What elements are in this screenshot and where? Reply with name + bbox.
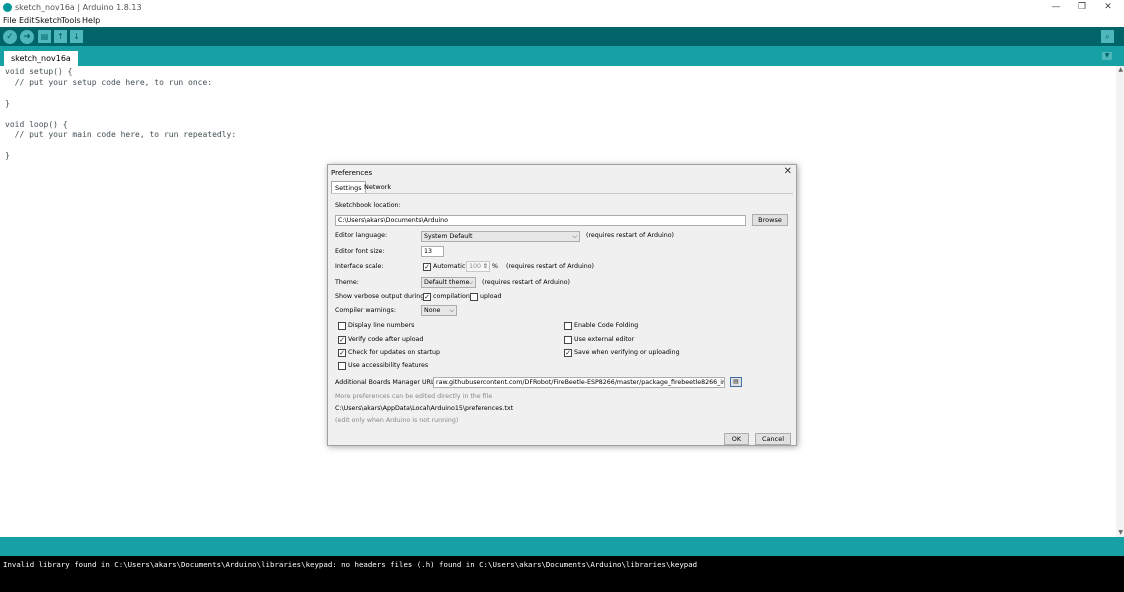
font-size-input[interactable]: 13 <box>421 246 444 257</box>
console-output: Invalid library found in C:\Users\akars\… <box>0 556 1124 592</box>
automatic-checkbox[interactable]: ✓ <box>423 263 431 271</box>
menu-edit[interactable]: Edit <box>19 16 35 25</box>
chevron-down-icon: ⌵ <box>468 279 473 286</box>
menu-help[interactable]: Help <box>82 16 100 25</box>
check-updates-label: Check for updates on startup <box>348 349 440 356</box>
chevron-down-icon: ⌵ <box>449 307 454 314</box>
window-title: sketch_nov16a | Arduino 1.8.13 <box>15 3 142 12</box>
upload-button[interactable]: ➜ <box>20 30 34 44</box>
tab-strip: sketch_nov16a ▼ <box>0 46 1124 66</box>
check-updates-checkbox[interactable]: ✓ <box>338 349 346 357</box>
display-line-numbers-checkbox[interactable] <box>338 322 346 330</box>
status-bar <box>0 537 1124 556</box>
accessibility-label: Use accessibility features <box>348 362 429 369</box>
editor-language-label: Editor language: <box>335 232 388 239</box>
menu-file[interactable]: File <box>3 16 16 25</box>
boards-urls-label: Additional Boards Manager URLs: <box>335 379 440 386</box>
minimize-button[interactable]: — <box>1044 1 1068 14</box>
chevron-down-icon: ⌵ <box>572 233 577 240</box>
editor-language-note: (requires restart of Arduino) <box>586 232 675 239</box>
interface-scale-note: (requires restart of Arduino) <box>506 263 595 270</box>
more-prefs-note: More preferences can be edited directly … <box>335 393 493 400</box>
boards-urls-input[interactable]: raw.githubusercontent.com/DFRobot/FireBe… <box>433 377 725 388</box>
close-button[interactable]: ✕ <box>1096 1 1120 14</box>
settings-panel: Sketchbook location: C:\Users\akars\Docu… <box>331 193 793 445</box>
open-sketch-button[interactable]: ↑ <box>54 30 67 43</box>
ok-button[interactable]: OK <box>724 433 749 445</box>
code-line: // put your main code here, to run repea… <box>5 130 237 139</box>
preferences-dialog: Preferences ✕ Settings Network Sketchboo… <box>327 164 797 446</box>
menu-sketch[interactable]: Sketch <box>35 16 62 25</box>
code-line: } <box>5 98 10 108</box>
automatic-label: Automatic <box>433 263 466 270</box>
verify-after-upload-label: Verify code after upload <box>348 336 424 343</box>
theme-value: Default theme <box>424 279 470 286</box>
spinner-arrows-icon[interactable]: ⇕ <box>483 262 488 271</box>
save-when-verifying-label: Save when verifying or uploading <box>574 349 680 356</box>
verbose-upload-label: upload <box>480 293 502 300</box>
code-area[interactable]: void setup() { // put your setup code he… <box>5 67 236 162</box>
tab-sketch[interactable]: sketch_nov16a <box>4 51 78 66</box>
prefs-file-path[interactable]: C:\Users\akars\AppData\Local\Arduino15\p… <box>335 405 513 412</box>
cancel-button[interactable]: Cancel <box>755 433 791 445</box>
code-folding-label: Enable Code Folding <box>574 322 639 329</box>
font-size-label: Editor font size: <box>335 248 385 255</box>
external-editor-checkbox[interactable] <box>564 336 572 344</box>
dialog-title: Preferences <box>331 169 373 177</box>
warnings-value: None <box>424 307 441 314</box>
title-bar: sketch_nov16a | Arduino 1.8.13 — ❐ ✕ <box>0 0 1124 15</box>
tab-network[interactable]: Network <box>361 181 394 193</box>
menu-bar: File Edit Sketch Tools Help <box>0 15 1124 27</box>
scroll-down-icon[interactable]: ▼ <box>1118 529 1123 536</box>
interface-scale-unit: % <box>492 263 498 270</box>
dialog-close-button[interactable]: ✕ <box>784 166 792 177</box>
theme-label: Theme: <box>335 279 359 286</box>
edit-only-note: (edit only when Arduino is not running) <box>335 417 459 424</box>
verbose-compilation-checkbox[interactable]: ✓ <box>423 293 431 301</box>
editor-language-value: System Default <box>424 233 473 240</box>
browse-button[interactable]: Browse <box>752 214 788 226</box>
display-line-numbers-label: Display line numbers <box>348 322 415 329</box>
code-line: void setup() { <box>5 67 73 76</box>
new-sketch-button[interactable]: ▤ <box>38 30 51 43</box>
tab-menu-button[interactable]: ▼ <box>1102 52 1112 60</box>
theme-note: (requires restart of Arduino) <box>482 279 571 286</box>
warnings-select[interactable]: None ⌵ <box>421 305 457 316</box>
boards-urls-edit-button[interactable]: ▤ <box>730 377 742 387</box>
verbose-compilation-label: compilation <box>433 293 470 300</box>
code-folding-checkbox[interactable] <box>564 322 572 330</box>
warnings-label: Compiler warnings: <box>335 307 396 314</box>
menu-tools[interactable]: Tools <box>61 16 81 25</box>
scroll-up-icon[interactable]: ▲ <box>1118 66 1123 73</box>
save-when-verifying-checkbox[interactable]: ✓ <box>564 349 572 357</box>
verbose-label: Show verbose output during: <box>335 293 427 300</box>
serial-monitor-button[interactable]: ⌕ <box>1101 30 1114 43</box>
toolbar: ✓ ➜ ▤ ↑ ↓ ⌕ <box>0 27 1124 46</box>
accessibility-checkbox[interactable] <box>338 362 346 370</box>
code-line: void loop() { <box>5 119 68 129</box>
arduino-logo-icon <box>3 3 12 12</box>
theme-select[interactable]: Default theme ⌵ <box>421 277 476 288</box>
verbose-upload-checkbox[interactable] <box>470 293 478 301</box>
code-line: // put your setup code here, to run once… <box>5 77 213 87</box>
restore-button[interactable]: ❐ <box>1070 1 1094 14</box>
sketchbook-path-input[interactable]: C:\Users\akars\Documents\Arduino <box>335 215 746 226</box>
editor-language-select[interactable]: System Default ⌵ <box>421 231 580 242</box>
external-editor-label: Use external editor <box>574 336 635 343</box>
verify-button[interactable]: ✓ <box>3 30 17 44</box>
editor-scrollbar[interactable]: ▲ ▼ <box>1116 66 1124 537</box>
interface-scale-value: 100 <box>469 263 482 270</box>
save-sketch-button[interactable]: ↓ <box>70 30 83 43</box>
sketchbook-label: Sketchbook location: <box>335 202 401 209</box>
console-message: Invalid library found in C:\Users\akars\… <box>3 560 698 569</box>
code-line: } <box>5 151 10 160</box>
interface-scale-label: Interface scale: <box>335 263 384 270</box>
verify-after-upload-checkbox[interactable]: ✓ <box>338 336 346 344</box>
interface-scale-spinner[interactable]: 100 ⇕ <box>466 261 490 272</box>
